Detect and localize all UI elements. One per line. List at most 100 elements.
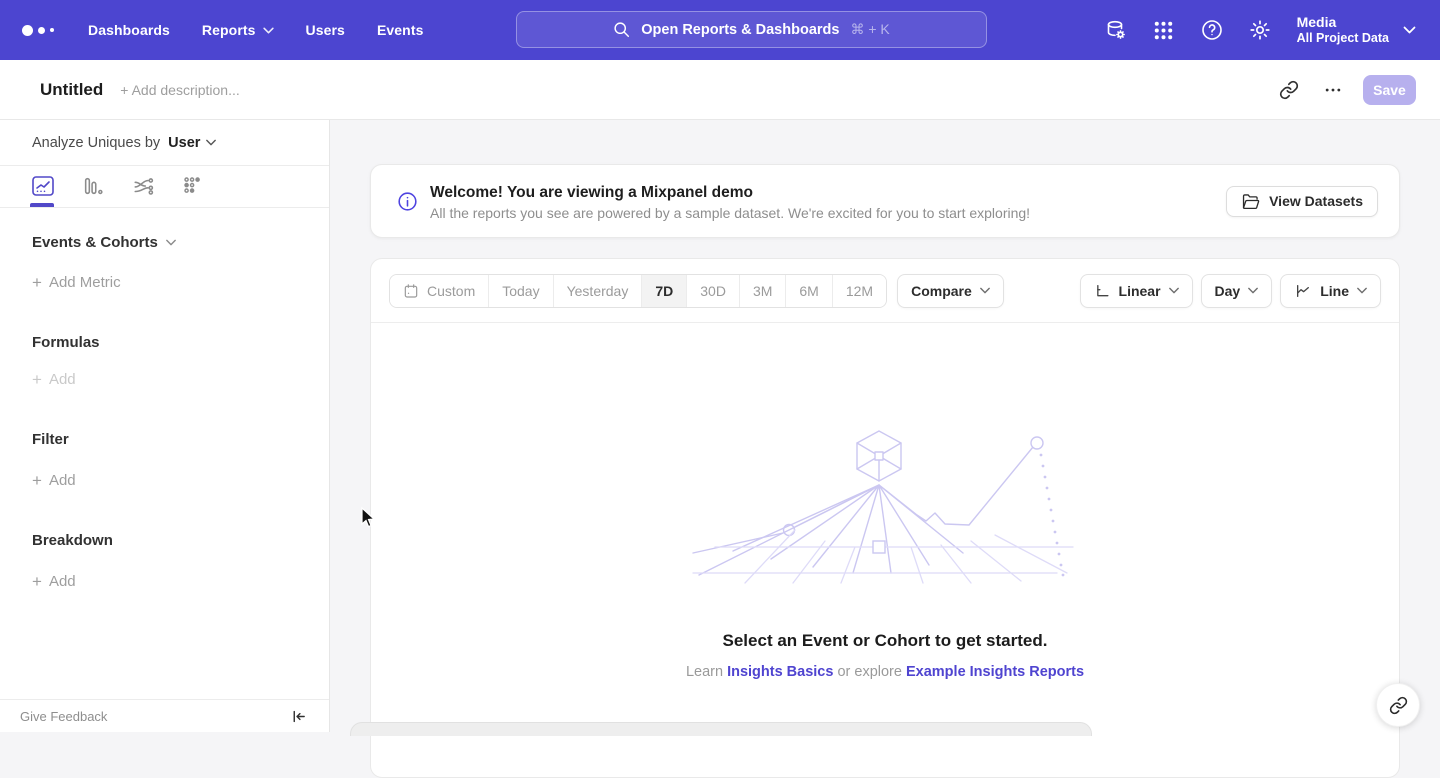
- date-range-6m[interactable]: 6M: [786, 275, 832, 307]
- nav-item-events[interactable]: Events: [377, 22, 424, 38]
- scale-dropdown[interactable]: Linear: [1080, 274, 1193, 308]
- apps-grid-icon[interactable]: [1151, 17, 1177, 43]
- info-icon: [397, 191, 418, 212]
- report-canvas: Custom Today Yesterday 7D 30D 3M 6M 12M …: [370, 258, 1400, 778]
- report-header: Untitled + Add description... Save: [0, 60, 1440, 120]
- section-filter: Filter: [0, 431, 329, 448]
- ellipsis-icon: [1323, 80, 1343, 100]
- selected-tab-indicator: [30, 203, 54, 207]
- share-link-floating-button[interactable]: [1376, 683, 1420, 727]
- date-range-label: 6M: [799, 283, 818, 299]
- add-metric-button[interactable]: + Add Metric: [0, 274, 329, 291]
- chart-type-tabs: [0, 166, 329, 208]
- report-title[interactable]: Untitled: [40, 80, 103, 100]
- interval-dropdown[interactable]: Day: [1201, 274, 1273, 308]
- add-filter-button[interactable]: + Add: [0, 472, 329, 489]
- date-range-today[interactable]: Today: [489, 275, 553, 307]
- more-options-button[interactable]: [1317, 74, 1349, 106]
- project-selector[interactable]: Media All Project Data: [1297, 14, 1389, 46]
- logo-dot: [22, 25, 33, 36]
- global-search[interactable]: Open Reports & Dashboards ⌘ + K: [516, 11, 987, 48]
- interval-label: Day: [1215, 283, 1241, 299]
- analyze-row: Analyze Uniques by User: [0, 120, 329, 166]
- view-datasets-label: View Datasets: [1269, 193, 1363, 209]
- nav-right-cluster: Media All Project Data: [1081, 0, 1416, 60]
- tab-bar-chart[interactable]: [80, 174, 106, 198]
- give-feedback-link[interactable]: Give Feedback: [20, 709, 107, 724]
- help-icon[interactable]: [1199, 17, 1225, 43]
- settings-gear-icon[interactable]: [1247, 17, 1273, 43]
- section-title: Filter: [32, 431, 69, 448]
- add-breakdown-button[interactable]: + Add: [0, 573, 329, 590]
- date-range-label: Today: [502, 283, 539, 299]
- example-insights-reports-link[interactable]: Example Insights Reports: [906, 664, 1084, 680]
- date-range-7d[interactable]: 7D: [642, 275, 687, 307]
- view-datasets-button[interactable]: View Datasets: [1226, 186, 1378, 217]
- date-range-12m[interactable]: 12M: [833, 275, 886, 307]
- link-icon: [1389, 696, 1408, 715]
- empty-state-subtitle: Learn Insights Basics or explore Example…: [371, 664, 1399, 680]
- nav-item-label: Dashboards: [88, 22, 170, 38]
- date-range-30d[interactable]: 30D: [687, 275, 740, 307]
- scale-label: Linear: [1119, 283, 1161, 299]
- linear-axis-icon: [1094, 283, 1111, 299]
- section-title: Breakdown: [32, 532, 113, 549]
- add-formula-label: Add: [49, 371, 76, 388]
- search-placeholder: Open Reports & Dashboards: [641, 22, 839, 38]
- chart-type-dropdown[interactable]: Line: [1280, 274, 1381, 308]
- insights-basics-link[interactable]: Insights Basics: [727, 664, 833, 680]
- scatter-chart-icon: [182, 175, 204, 197]
- analyze-by-value: User: [168, 135, 200, 151]
- query-builder-sidebar: Analyze Uniques by User: [0, 120, 330, 732]
- save-button[interactable]: Save: [1363, 75, 1416, 105]
- bar-chart-icon: [82, 175, 104, 197]
- analyze-by-selector[interactable]: User: [168, 135, 216, 151]
- data-management-icon[interactable]: [1103, 17, 1129, 43]
- middle-text: or explore: [837, 664, 901, 680]
- date-range-3m[interactable]: 3M: [740, 275, 786, 307]
- sidebar-footer: Give Feedback: [0, 699, 329, 732]
- tab-line-chart[interactable]: [30, 174, 56, 198]
- search-icon: [613, 21, 630, 38]
- empty-state-illustration: [685, 423, 1085, 588]
- chevron-down-icon: [206, 139, 216, 146]
- tab-flow-chart[interactable]: [130, 174, 156, 198]
- folder-icon: [1241, 193, 1260, 210]
- chevron-down-icon: [263, 27, 274, 34]
- report-actions: Save: [1261, 74, 1416, 106]
- section-title: Events & Cohorts: [32, 234, 158, 251]
- empty-state-title: Select an Event or Cohort to get started…: [371, 631, 1399, 651]
- add-filter-label: Add: [49, 472, 76, 489]
- chart-type-label: Line: [1320, 283, 1349, 299]
- collapsed-breakdown-panel[interactable]: [350, 722, 1092, 736]
- project-chevron-down-icon[interactable]: [1403, 26, 1416, 34]
- section-title: Formulas: [32, 334, 100, 351]
- empty-state: Select an Event or Cohort to get started…: [371, 323, 1399, 680]
- nav-item-label: Events: [377, 22, 424, 38]
- section-events-cohorts[interactable]: Events & Cohorts: [0, 234, 329, 251]
- compare-dropdown[interactable]: Compare: [897, 274, 1004, 308]
- mixpanel-logo[interactable]: [22, 25, 56, 36]
- tab-scatter-chart[interactable]: [180, 174, 206, 198]
- copy-link-button[interactable]: [1273, 74, 1305, 106]
- report-description-placeholder[interactable]: + Add description...: [120, 82, 239, 98]
- date-range-label: 12M: [846, 283, 873, 299]
- logo-dot: [50, 28, 54, 32]
- top-navigation: Dashboards Reports Users Events Open Rep…: [0, 0, 1440, 60]
- chevron-down-icon: [1357, 287, 1367, 294]
- link-icon: [1279, 80, 1299, 100]
- chevron-down-icon: [980, 287, 990, 294]
- chevron-down-icon: [1248, 287, 1258, 294]
- collapse-sidebar-button[interactable]: [290, 708, 307, 725]
- date-range-label: 7D: [655, 283, 673, 299]
- flow-chart-icon: [132, 175, 155, 197]
- nav-item-dashboards[interactable]: Dashboards: [88, 22, 170, 38]
- add-formula-button[interactable]: + Add: [0, 371, 329, 388]
- nav-item-users[interactable]: Users: [306, 22, 345, 38]
- search-shortcut: ⌘ + K: [850, 21, 889, 38]
- date-range-custom[interactable]: Custom: [390, 275, 489, 307]
- chart-toolbar: Custom Today Yesterday 7D 30D 3M 6M 12M …: [371, 259, 1399, 323]
- date-range-selector: Custom Today Yesterday 7D 30D 3M 6M 12M: [389, 274, 887, 308]
- nav-item-reports[interactable]: Reports: [202, 22, 274, 38]
- date-range-yesterday[interactable]: Yesterday: [554, 275, 643, 307]
